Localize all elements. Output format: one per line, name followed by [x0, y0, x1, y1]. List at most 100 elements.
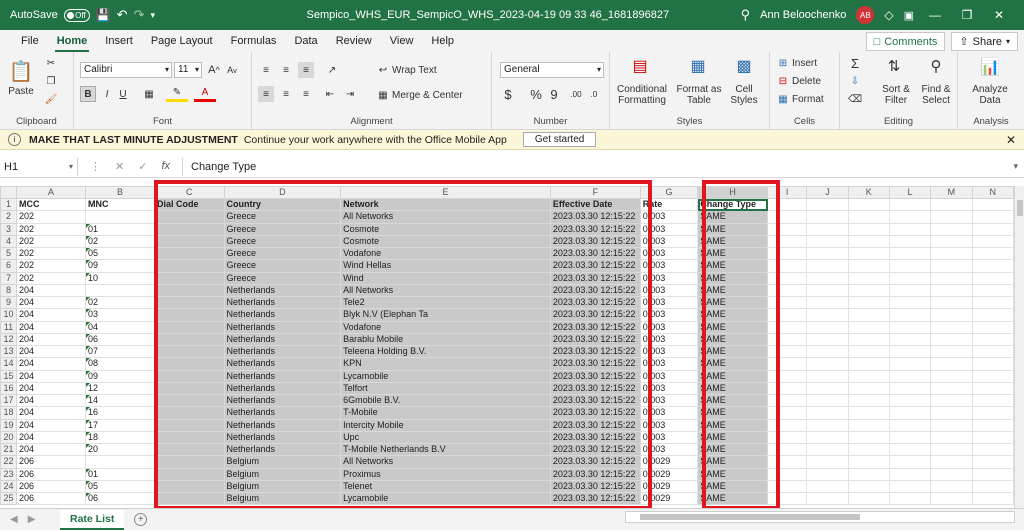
table-cell[interactable]: 204: [15, 344, 87, 359]
table-cell[interactable]: [806, 406, 849, 420]
table-cell[interactable]: 0.003: [639, 283, 699, 298]
header-cell[interactable]: Rate: [639, 197, 699, 212]
table-cell[interactable]: [847, 442, 890, 457]
table-cell[interactable]: Proximus: [340, 467, 551, 481]
table-cell[interactable]: 206: [15, 479, 87, 494]
save-icon[interactable]: 💾: [96, 8, 111, 22]
table-cell[interactable]: [971, 406, 1014, 420]
align-top-icon[interactable]: ≡: [258, 62, 274, 78]
next-sheet-icon[interactable]: ▶: [28, 514, 36, 525]
table-cell[interactable]: Greece: [223, 271, 342, 285]
enter-icon[interactable]: ✓: [138, 160, 147, 173]
table-cell[interactable]: Vodafone: [340, 320, 551, 334]
table-cell[interactable]: 01: [84, 222, 156, 236]
decrease-decimal-icon[interactable]: .0: [586, 86, 602, 102]
table-cell[interactable]: [971, 442, 1014, 457]
wrap-text-icon[interactable]: ↩: [376, 62, 390, 78]
table-cell[interactable]: 2023.03.30 12:15:22: [549, 295, 641, 310]
table-cell[interactable]: [930, 357, 973, 371]
table-cell[interactable]: 204: [15, 430, 87, 445]
table-cell[interactable]: Netherlands: [223, 418, 342, 432]
column-header-j[interactable]: J: [806, 186, 849, 199]
table-cell[interactable]: [930, 442, 973, 457]
table-cell[interactable]: SAME: [697, 369, 769, 383]
table-cell[interactable]: [847, 259, 890, 273]
insert-cells-icon[interactable]: ⊞: [776, 56, 790, 70]
table-cell[interactable]: [84, 283, 156, 298]
table-cell[interactable]: Lycamobile: [340, 491, 551, 506]
table-cell[interactable]: 0.003: [639, 259, 699, 273]
table-cell[interactable]: [154, 295, 225, 310]
table-cell[interactable]: [971, 246, 1014, 261]
table-cell[interactable]: [930, 222, 973, 236]
insert-function-icon[interactable]: fx: [161, 160, 170, 173]
table-cell[interactable]: [767, 381, 808, 396]
table-cell[interactable]: 204: [15, 357, 87, 371]
spreadsheet-grid[interactable]: A B C D E F G H I J K L M N 1 MCC MNC Dial Code Country Net…: [0, 186, 1014, 508]
share-button[interactable]: ⇧ Share ▾: [951, 32, 1018, 51]
table-cell[interactable]: [971, 283, 1014, 298]
comma-icon[interactable]: 9: [546, 86, 562, 102]
table-cell[interactable]: [154, 479, 225, 494]
cancel-icon[interactable]: ✕: [115, 160, 124, 173]
table-cell[interactable]: [888, 234, 932, 249]
table-cell[interactable]: [971, 393, 1014, 408]
table-cell[interactable]: Netherlands: [223, 406, 342, 420]
table-cell[interactable]: [154, 442, 225, 457]
table-cell[interactable]: [154, 246, 225, 261]
table-cell[interactable]: [847, 222, 890, 236]
table-cell[interactable]: [767, 357, 808, 371]
table-cell[interactable]: SAME: [697, 295, 769, 310]
table-cell[interactable]: All Networks: [340, 210, 551, 224]
row-header[interactable]: 14: [0, 357, 17, 371]
table-cell[interactable]: 04: [84, 320, 156, 334]
table-cell[interactable]: SAME: [697, 430, 769, 445]
table-cell[interactable]: [154, 271, 225, 285]
table-cell[interactable]: Tele2: [340, 295, 551, 310]
table-cell[interactable]: 0.003: [639, 406, 699, 420]
table-cell[interactable]: [767, 259, 808, 273]
table-cell[interactable]: 204: [15, 369, 87, 383]
format-cells-button[interactable]: Format: [792, 94, 836, 105]
table-cell[interactable]: [767, 295, 808, 310]
table-cell[interactable]: Wind: [340, 271, 551, 285]
find-select-icon[interactable]: ⚲: [926, 56, 946, 76]
table-cell[interactable]: [767, 406, 808, 420]
header-cell[interactable]: [847, 197, 890, 212]
table-cell[interactable]: 2023.03.30 12:15:22: [549, 357, 641, 371]
tab-insert[interactable]: Insert: [96, 30, 142, 52]
table-cell[interactable]: Greece: [223, 234, 342, 249]
align-left-icon[interactable]: ≡: [258, 86, 274, 102]
table-cell[interactable]: 10: [84, 271, 156, 285]
table-cell[interactable]: Belgium: [223, 479, 342, 494]
header-cell[interactable]: Network: [340, 197, 551, 212]
tab-view[interactable]: View: [381, 30, 423, 52]
table-cell[interactable]: [971, 357, 1014, 371]
table-cell[interactable]: [930, 246, 973, 261]
table-cell[interactable]: [930, 234, 973, 249]
table-cell[interactable]: 204: [15, 442, 87, 457]
table-cell[interactable]: SAME: [697, 283, 769, 298]
delete-cells-button[interactable]: Delete: [792, 76, 836, 87]
table-cell[interactable]: 2023.03.30 12:15:22: [549, 320, 641, 334]
table-cell[interactable]: [154, 418, 225, 432]
table-cell[interactable]: Netherlands: [223, 344, 342, 359]
table-cell[interactable]: [767, 442, 808, 457]
column-header-c[interactable]: C: [154, 186, 225, 199]
undo-icon[interactable]: ↶: [117, 7, 128, 23]
table-cell[interactable]: [971, 320, 1014, 334]
row-header[interactable]: 6: [0, 259, 17, 273]
align-middle-icon[interactable]: ≡: [278, 62, 294, 78]
table-cell[interactable]: [806, 479, 849, 494]
expand-formula-icon[interactable]: ▾: [1007, 161, 1024, 172]
table-cell[interactable]: 0.0029: [639, 491, 699, 506]
tab-home[interactable]: Home: [48, 30, 97, 52]
table-cell[interactable]: 0.003: [639, 246, 699, 261]
row-header[interactable]: 24: [0, 479, 17, 494]
table-cell[interactable]: [806, 344, 849, 359]
table-cell[interactable]: [154, 467, 225, 481]
table-cell[interactable]: Cosmote: [340, 234, 551, 249]
sheet-tab-rate-list[interactable]: Rate List: [60, 509, 125, 530]
table-cell[interactable]: Netherlands: [223, 442, 342, 457]
table-cell[interactable]: [806, 259, 849, 273]
